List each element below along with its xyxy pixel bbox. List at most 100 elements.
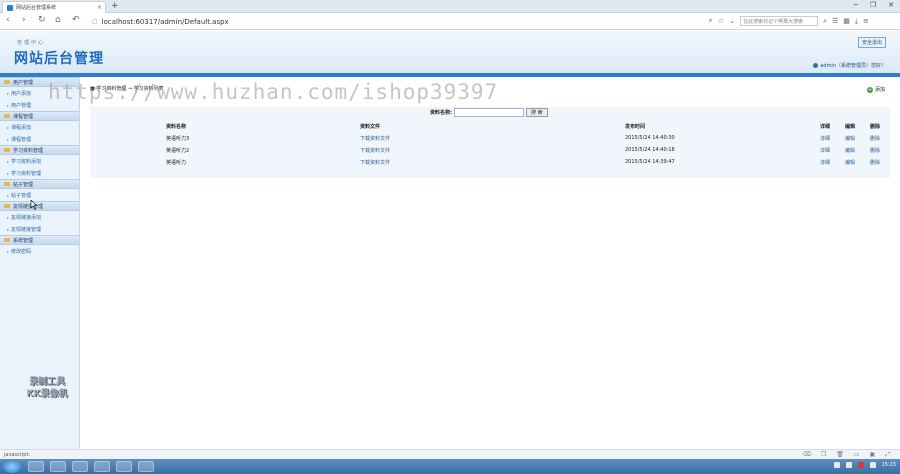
folder-icon <box>4 182 10 186</box>
dropdown-icon[interactable]: ⌄ <box>729 17 735 25</box>
taskbar-app-icon[interactable] <box>28 461 44 472</box>
breadcrumb: ■ 学习资料管理 → 学习资料列表 <box>90 86 164 92</box>
download-link[interactable]: 下载资料文件 <box>360 159 390 166</box>
apps-icon[interactable]: ▦ <box>843 17 850 25</box>
window-controls: ─ ❐ ✕ <box>854 1 894 9</box>
detail-link[interactable]: 详细 <box>820 135 830 142</box>
taskbar-browser-icon[interactable] <box>94 461 110 472</box>
detail-link[interactable]: 详细 <box>820 147 830 154</box>
material-name-input[interactable] <box>454 108 524 117</box>
flash-icon[interactable]: ⚡ <box>708 17 713 25</box>
sidebar-item-user-add[interactable]: ▸ 用户添加 <box>0 87 79 99</box>
start-button-icon[interactable] <box>3 460 21 473</box>
download-link[interactable]: 下载资料文件 <box>360 147 390 154</box>
edit-link[interactable]: 编辑 <box>845 159 855 166</box>
screen-icon[interactable]: ▣ <box>870 451 876 459</box>
os-taskbar: 15:23 <box>0 459 900 474</box>
sidebar-section-courses[interactable]: 课程管理 <box>0 111 79 121</box>
search-icon[interactable]: ⌕ <box>823 17 827 26</box>
tray-recorder-icon[interactable] <box>857 462 864 468</box>
browser-tabbar: 网站后台管理系统 × + ─ ❐ ✕ <box>0 0 900 13</box>
sidebar-section-users[interactable]: 用户管理 <box>0 77 79 87</box>
fullscreen-icon[interactable]: ⤢ <box>885 451 890 459</box>
folder-icon <box>4 114 10 118</box>
taskbar-vs-icon[interactable] <box>138 461 154 472</box>
sidebar-item-label: 课程添加 <box>11 124 32 131</box>
sidebar-item-material-add[interactable]: ▸ 学习资料添加 <box>0 155 79 167</box>
sidebar-section-links[interactable]: 友情链接管理 <box>0 201 79 211</box>
tray-icon[interactable] <box>833 462 840 468</box>
sidebar-section-posts[interactable]: 帖子管理 <box>0 179 79 189</box>
trash-icon[interactable]: 🗑 <box>836 451 844 459</box>
menu-icon[interactable]: ☰ <box>832 17 838 25</box>
header-divider <box>0 73 900 77</box>
cell-name: 英语听力2 <box>166 148 190 154</box>
sidebar-section-materials[interactable]: 学习资料管理 <box>0 145 79 155</box>
page-favicon-icon <box>7 4 13 11</box>
col-name: 资料名称 <box>166 124 187 130</box>
bullet-icon: ▸ <box>7 90 10 96</box>
close-window-icon[interactable]: ✕ <box>888 1 894 9</box>
section-title: 学习资料管理 <box>13 147 44 154</box>
logout-button[interactable]: 安全退出 <box>857 37 886 48</box>
back-icon[interactable]: ‹ <box>6 15 10 25</box>
window-icon[interactable]: ▭ <box>854 451 860 459</box>
taskbar-app-icon[interactable] <box>72 461 88 472</box>
refresh-icon[interactable]: ↻ <box>38 15 46 25</box>
forward-icon[interactable]: › <box>22 15 26 25</box>
undo-icon[interactable]: ↶ <box>72 15 80 25</box>
detail-link[interactable]: 详细 <box>820 159 830 166</box>
add-icon: + <box>866 86 873 93</box>
close-tab-icon[interactable]: × <box>97 4 102 11</box>
header-subtitle: 管理中心 <box>17 40 46 46</box>
edit-link[interactable]: 编辑 <box>845 135 855 142</box>
download-link[interactable]: 下载资料文件 <box>360 135 390 142</box>
user-info: admin（系统管理员）您好！ <box>813 62 886 69</box>
broom-icon[interactable]: ⌫ <box>802 451 810 459</box>
delete-link[interactable]: 删除 <box>870 159 880 166</box>
edit-link[interactable]: 编辑 <box>845 147 855 154</box>
address-toolbar: ‹ › ↻ ⌂ ↶ ▢ localhost:60317/admin/Defaul… <box>0 13 900 30</box>
table-row: 英语听力 下载资料文件 2015/5/24 14:39:47 详细 编辑 删除 <box>90 156 890 168</box>
folder-icon <box>4 204 10 208</box>
sidebar-item-link-manage[interactable]: ▸ 友情链接管理 <box>0 223 79 235</box>
star-icon[interactable]: ☆ <box>718 17 724 25</box>
minimize-icon[interactable]: ─ <box>854 1 858 9</box>
sidebar-item-course-add[interactable]: ▸ 课程添加 <box>0 121 79 133</box>
taskbar-app-icon[interactable] <box>50 461 66 472</box>
home-icon[interactable]: ⌂ <box>55 15 61 25</box>
sidebar-item-label: 课程管理 <box>11 136 32 143</box>
taskbar-folder-icon[interactable] <box>116 461 132 472</box>
folder-icon <box>4 80 10 84</box>
browser-tab[interactable]: 网站后台管理系统 × <box>2 1 106 13</box>
sidebar-section-system[interactable]: 系统管理 <box>0 235 79 245</box>
search-button[interactable]: 搜 索 <box>526 108 548 117</box>
sidebar-item-link-add[interactable]: ▸ 友情链接添加 <box>0 211 79 223</box>
delete-link[interactable]: 删除 <box>870 147 880 154</box>
recorder-line1: 录制工具 <box>28 377 65 387</box>
tray-icon[interactable] <box>869 462 876 468</box>
delete-link[interactable]: 删除 <box>870 135 880 142</box>
browser-search-input[interactable]: 在此搜索日记个啊果大搜索 <box>740 16 819 26</box>
sidebar-item-post-manage[interactable]: ▸ 帖子管理 <box>0 189 79 201</box>
folder-icon <box>4 148 10 152</box>
maximize-icon[interactable]: ❐ <box>870 1 876 9</box>
url-bar[interactable]: ▢ localhost:60317/admin/Default.aspx <box>92 16 702 27</box>
section-title: 课程管理 <box>13 113 34 120</box>
sidebar-item-material-manage[interactable]: ▸ 学习资料管理 <box>0 167 79 179</box>
new-tab-button[interactable]: + <box>111 1 119 11</box>
sidebar-item-course-manage[interactable]: ▸ 课程管理 <box>0 133 79 145</box>
sidebar-item-user-manage[interactable]: ▸ 用户管理 <box>0 99 79 111</box>
main-content: ■ 学习资料管理 → 学习资料列表 + 添加 资料名称: 搜 索 资料名称 资料… <box>90 85 895 449</box>
more-icon[interactable]: ≡ <box>863 17 869 25</box>
cell-date: 2015/5/24 14:40:18 <box>625 147 675 153</box>
bullet-icon: ▸ <box>7 214 10 220</box>
bullet-icon: ▸ <box>7 170 10 176</box>
copy-icon[interactable]: ❐ <box>821 451 826 459</box>
download-icon[interactable]: ⤓ <box>855 17 858 26</box>
tray-icon[interactable] <box>845 462 852 468</box>
add-button[interactable]: + 添加 <box>866 86 885 93</box>
sidebar-item-password[interactable]: ▸ 修改密码 <box>0 245 79 257</box>
bullet-icon: ▸ <box>7 248 10 254</box>
section-title: 友情链接管理 <box>13 203 44 210</box>
